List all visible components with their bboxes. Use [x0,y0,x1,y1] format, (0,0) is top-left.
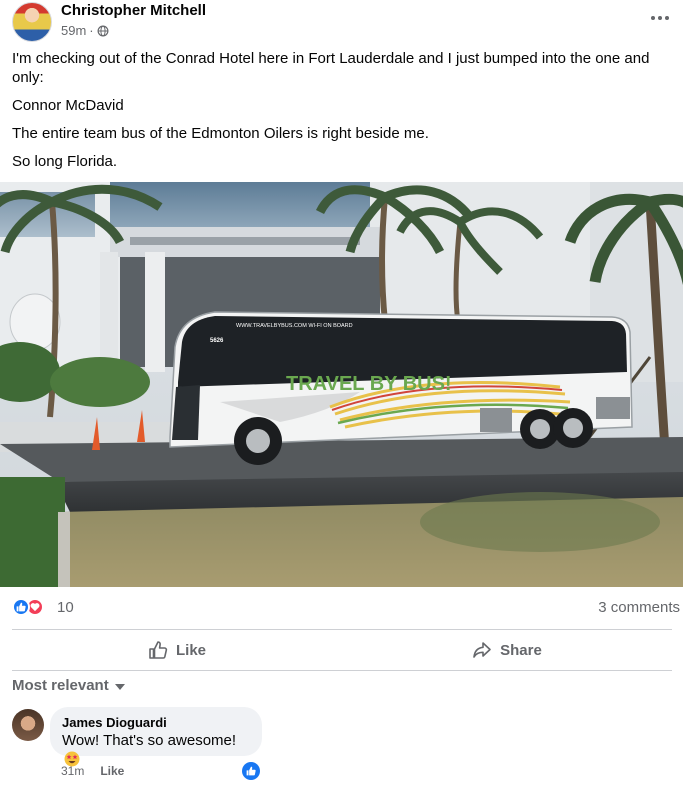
like-button[interactable]: Like [12,632,342,668]
more-options-button[interactable] [647,8,673,28]
post-text: I'm checking out of the Conrad Hotel her… [12,49,672,180]
post-paragraph: The entire team bus of the Edmonton Oile… [12,125,429,142]
meta-separator: · [89,23,94,38]
like-icon[interactable] [242,762,260,780]
post-paragraph: I'm checking out of the Conrad Hotel her… [12,50,650,86]
post-meta: 59m · [61,23,109,38]
post-photo[interactable]: WWW.TRAVELBYBUS.COM WI-FI ON BOARD 5626 … [0,182,683,587]
thumbs-up-icon [149,641,168,659]
commenter-name[interactable]: James Dioguardi [62,715,250,731]
comment-sort-dropdown[interactable]: Most relevant [12,677,125,694]
divider [12,629,672,630]
author-avatar[interactable] [12,2,52,42]
globe-icon[interactable] [97,25,109,37]
comment-like-button[interactable]: Like [100,764,124,778]
share-arrow-icon [473,642,491,658]
like-button-label: Like [175,641,206,659]
author-name[interactable]: Christopher Mitchell [61,2,206,19]
share-button-label: Share [500,641,542,659]
comment-bubble: James Dioguardi Wow! That's so awesome! [50,707,262,767]
more-dot [658,16,662,20]
action-row: Like Share [12,632,672,668]
divider [12,670,672,671]
reaction-icons[interactable] [12,598,44,616]
comment-time[interactable]: 31m [61,764,84,778]
reaction-count[interactable]: 10 [57,599,74,616]
chevron-down-icon [114,683,125,690]
like-icon [12,598,30,616]
share-button[interactable]: Share [342,632,672,668]
comment-actions: 31m Like [61,764,124,778]
post-header: Christopher Mitchell 59m · [0,0,683,44]
more-dot [651,16,655,20]
comments-count-link[interactable]: 3 comments [598,599,680,616]
bus-wifi-text: WWW.TRAVELBYBUS.COM WI-FI ON BOARD [236,323,353,329]
post-paragraph: Connor McDavid [12,97,124,114]
bus-photo-illustration: WWW.TRAVELBYBUS.COM WI-FI ON BOARD 5626 … [0,182,683,587]
post-time[interactable]: 59m [61,23,86,38]
more-dot [665,16,669,20]
sort-label: Most relevant [12,677,109,694]
comment-text: Wow! That's so awesome! [62,732,237,749]
reactions-bar: 10 3 comments [12,597,680,619]
bus-brand: TRAVEL BY BUS! [286,373,452,395]
commenter-avatar[interactable] [12,709,44,741]
post-paragraph: So long Florida. [12,153,118,170]
bus-number: 5626 [210,338,224,344]
